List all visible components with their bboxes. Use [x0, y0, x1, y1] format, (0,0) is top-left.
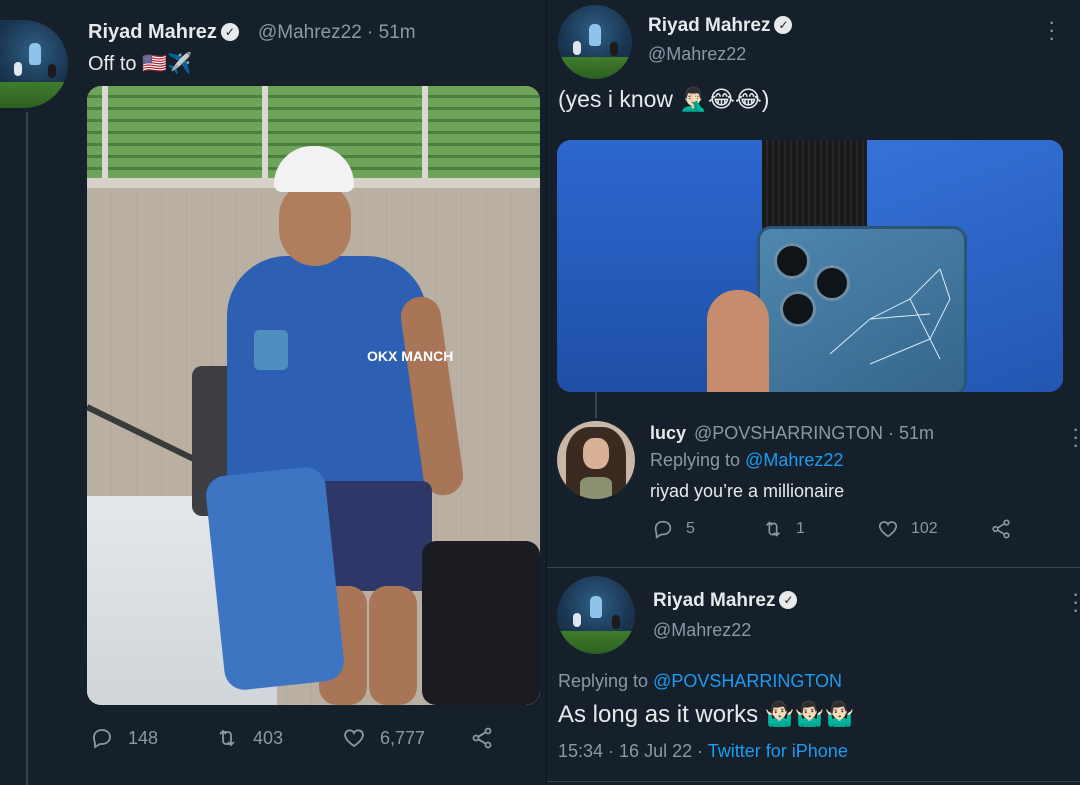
author-name[interactable]: Riyad Mahrez ✓: [88, 21, 239, 44]
shirt-logo: OKX MANCH: [367, 348, 454, 364]
reply-icon: [654, 520, 672, 539]
author-name-label[interactable]: Riyad Mahrez: [88, 21, 217, 43]
heart-icon: [878, 521, 898, 538]
reply-author-avatar[interactable]: [557, 421, 635, 499]
tweet-timestamp: 15:34 · 16 Jul 22 ·: [558, 741, 708, 761]
reply-button[interactable]: 148: [90, 726, 158, 750]
author-name[interactable]: Riyad Mahrez ✓: [648, 15, 793, 37]
like-button[interactable]: 102: [877, 518, 938, 540]
author-avatar[interactable]: [0, 20, 68, 108]
tweet-text: As long as it works 🤷🏻‍♂️🤷🏻‍♂️🤷🏻‍♂️: [558, 701, 855, 728]
more-options-icon[interactable]: · · ·: [1072, 583, 1079, 621]
replying-to-label: Replying to: [558, 671, 654, 691]
author-name-label[interactable]: Riyad Mahrez: [648, 15, 770, 36]
retweet-icon: [765, 521, 781, 537]
author-avatar[interactable]: [558, 5, 632, 79]
tweet-client[interactable]: Twitter for iPhone: [708, 741, 848, 761]
reply-button[interactable]: 5: [652, 518, 695, 540]
author-name[interactable]: Riyad Mahrez ✓: [653, 590, 798, 612]
separator: [547, 781, 1080, 782]
tweet-text: (yes i know 🤦🏻‍♂️😂😂): [558, 86, 770, 112]
retweet-count: 1: [796, 520, 805, 537]
author-handle[interactable]: @Mahrez22: [648, 44, 746, 65]
verified-badge-icon: ✓: [779, 591, 798, 609]
author-handle-time[interactable]: @Mahrez22 · 51m: [258, 22, 416, 44]
thread-line: [595, 392, 597, 418]
author-handle[interactable]: @Mahrez22: [653, 620, 751, 641]
verified-badge-icon: ✓: [220, 23, 239, 41]
reply-icon: [93, 729, 111, 749]
share-icon: [472, 727, 492, 749]
replying-to-handle[interactable]: @POVSHARRINGTON: [653, 671, 842, 691]
author-name-label[interactable]: Riyad Mahrez: [653, 590, 775, 611]
like-button[interactable]: 6,777: [342, 726, 425, 750]
like-count: 102: [911, 520, 938, 537]
replying-to-line: Replying to @POVSHARRINGTON: [558, 671, 842, 692]
thread-line: [26, 112, 28, 785]
right-tweet-panel: Riyad Mahrez ✓ @Mahrez22 · · · (yes i know …: [547, 0, 1080, 785]
share-button[interactable]: [990, 518, 1012, 540]
retweet-button[interactable]: 403: [215, 726, 283, 750]
retweet-count: 403: [253, 727, 284, 748]
share-button[interactable]: [470, 726, 494, 750]
more-options-icon[interactable]: · · ·: [1048, 11, 1055, 49]
verified-badge-icon: ✓: [774, 16, 793, 34]
replying-to-handle[interactable]: @Mahrez22: [745, 450, 843, 470]
reply-handle-time[interactable]: @POVSHARRINGTON · 51m: [694, 423, 934, 444]
separator: [547, 567, 1080, 568]
reply-text: riyad you’re a millionaire: [650, 481, 845, 501]
retweet-button[interactable]: 1: [762, 518, 805, 540]
tweet-text: Off to 🇺🇸✈️: [88, 53, 192, 75]
replying-to-line: Replying to @Mahrez22: [650, 450, 843, 471]
reply-count: 148: [128, 727, 159, 748]
replying-to-label: Replying to: [650, 450, 746, 470]
reply-count: 5: [686, 520, 695, 537]
tweet-meta: 15:34 · 16 Jul 22 · Twitter for iPhone: [558, 741, 848, 762]
reply-author-name[interactable]: lucy: [650, 423, 686, 444]
more-options-icon[interactable]: · · ·: [1072, 418, 1079, 456]
author-avatar[interactable]: [557, 576, 635, 654]
tweet-photo[interactable]: OKX MANCH: [87, 86, 540, 705]
heart-icon: [344, 729, 364, 748]
tweet-photo[interactable]: [557, 140, 1063, 392]
share-icon: [992, 519, 1010, 539]
left-tweet-panel: Riyad Mahrez ✓ @Mahrez22 · 51m Off to 🇺🇸✈…: [0, 0, 546, 785]
retweet-icon: [219, 729, 235, 747]
like-count: 6,777: [380, 727, 426, 748]
